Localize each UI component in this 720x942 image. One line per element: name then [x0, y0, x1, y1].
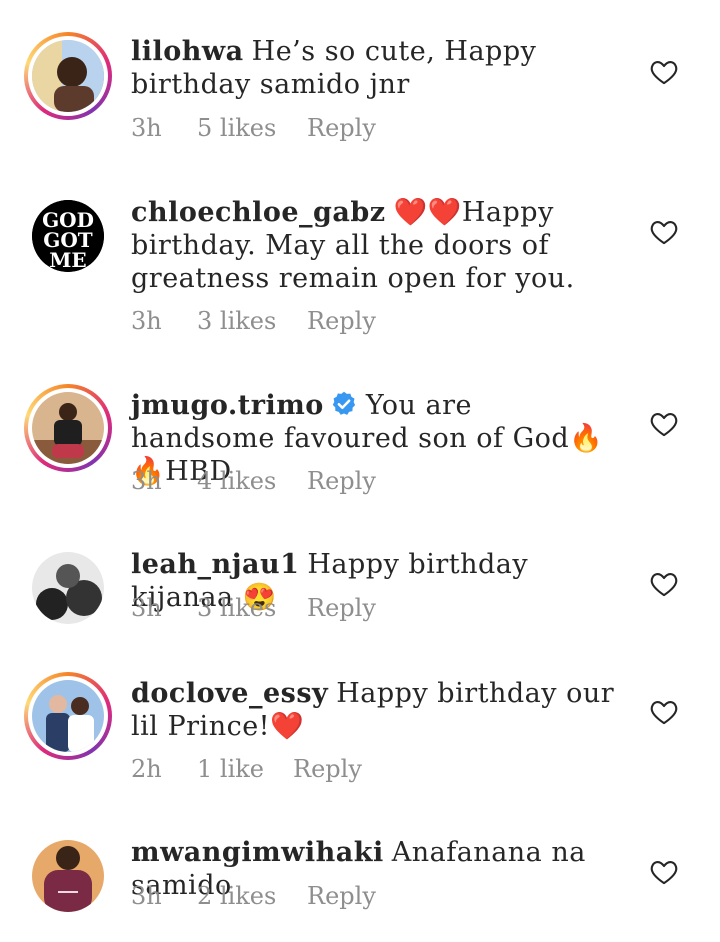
avatar-image [32, 840, 104, 912]
heart-outline-icon[interactable] [650, 859, 678, 885]
comment-likes[interactable]: 3 likes [197, 594, 307, 622]
reply-button[interactable]: Reply [293, 755, 362, 783]
comment-time: 3h [131, 882, 162, 910]
avatar [32, 392, 104, 464]
avatar-wrapper[interactable]: GOD GOT ME [24, 192, 112, 280]
reply-button[interactable]: Reply [307, 882, 376, 910]
comment-username[interactable]: chloechloe_gabz [131, 197, 386, 228]
comment-meta: 2h 1 like Reply [131, 755, 362, 783]
avatar-wrapper[interactable] [24, 544, 112, 632]
avatar-story-ring[interactable] [24, 32, 112, 120]
comment-time: 2h [131, 755, 162, 783]
reply-button[interactable]: Reply [307, 594, 376, 622]
comment-meta: 3h 3 likes Reply [131, 307, 376, 335]
comment-meta: 3h 2 likes Reply [131, 882, 376, 910]
avatar-image [32, 40, 104, 112]
comment-time: 3h [131, 307, 162, 335]
comment-meta: 3h 3 likes Reply [131, 594, 376, 622]
comment-text-block: lilohwa He’s so cute, Happy birthday sami… [131, 35, 621, 101]
comment-time: 3h [131, 114, 162, 142]
comment-username[interactable]: mwangimwihaki [131, 837, 384, 868]
comment-likes[interactable]: 3 likes [197, 307, 307, 335]
reply-button[interactable]: Reply [307, 114, 376, 142]
heart-outline-icon[interactable] [650, 411, 678, 437]
heart-outline-icon[interactable] [650, 219, 678, 245]
reply-button[interactable]: Reply [307, 467, 376, 495]
comment-username[interactable]: jmugo.trimo [131, 390, 324, 421]
comment-likes[interactable]: 5 likes [197, 114, 307, 142]
avatar-image [32, 552, 104, 624]
heart-outline-icon[interactable] [650, 571, 678, 597]
avatar [32, 40, 104, 112]
comment-likes[interactable]: 2 likes [197, 882, 307, 910]
avatar [32, 680, 104, 752]
avatar [32, 552, 104, 624]
heart-outline-icon[interactable] [650, 59, 678, 85]
verified-badge-icon [332, 391, 355, 415]
comment-username[interactable]: leah_njau1 [131, 549, 299, 580]
comment-username[interactable]: lilohwa [131, 36, 244, 67]
avatar-wrapper[interactable] [24, 832, 112, 920]
comment-likes[interactable]: 1 like [197, 755, 293, 783]
svg-text:ME: ME [49, 248, 86, 272]
heart-outline-icon[interactable] [650, 699, 678, 725]
avatar-image: GOD GOT ME [32, 200, 104, 272]
avatar [32, 840, 104, 912]
avatar-story-ring[interactable] [24, 672, 112, 760]
comment-meta: 3h 5 likes Reply [131, 114, 376, 142]
avatar: GOD GOT ME [32, 200, 104, 272]
avatar-image [32, 392, 104, 464]
comment-text-block: doclove_essy Happy birthday our lil Princ… [131, 677, 621, 743]
comment-time: 3h [131, 594, 162, 622]
comment-likes[interactable]: 4 likes [197, 467, 307, 495]
comment-time: 3h [131, 467, 162, 495]
comment-username[interactable]: doclove_essy [131, 678, 328, 709]
reply-button[interactable]: Reply [307, 307, 376, 335]
comment-text-block: chloechloe_gabz ❤️❤️Happy birthday. May a… [131, 196, 621, 295]
comment-meta: 3h 4 likes Reply [131, 467, 376, 495]
avatar-image [32, 680, 104, 752]
avatar-story-ring[interactable] [24, 384, 112, 472]
